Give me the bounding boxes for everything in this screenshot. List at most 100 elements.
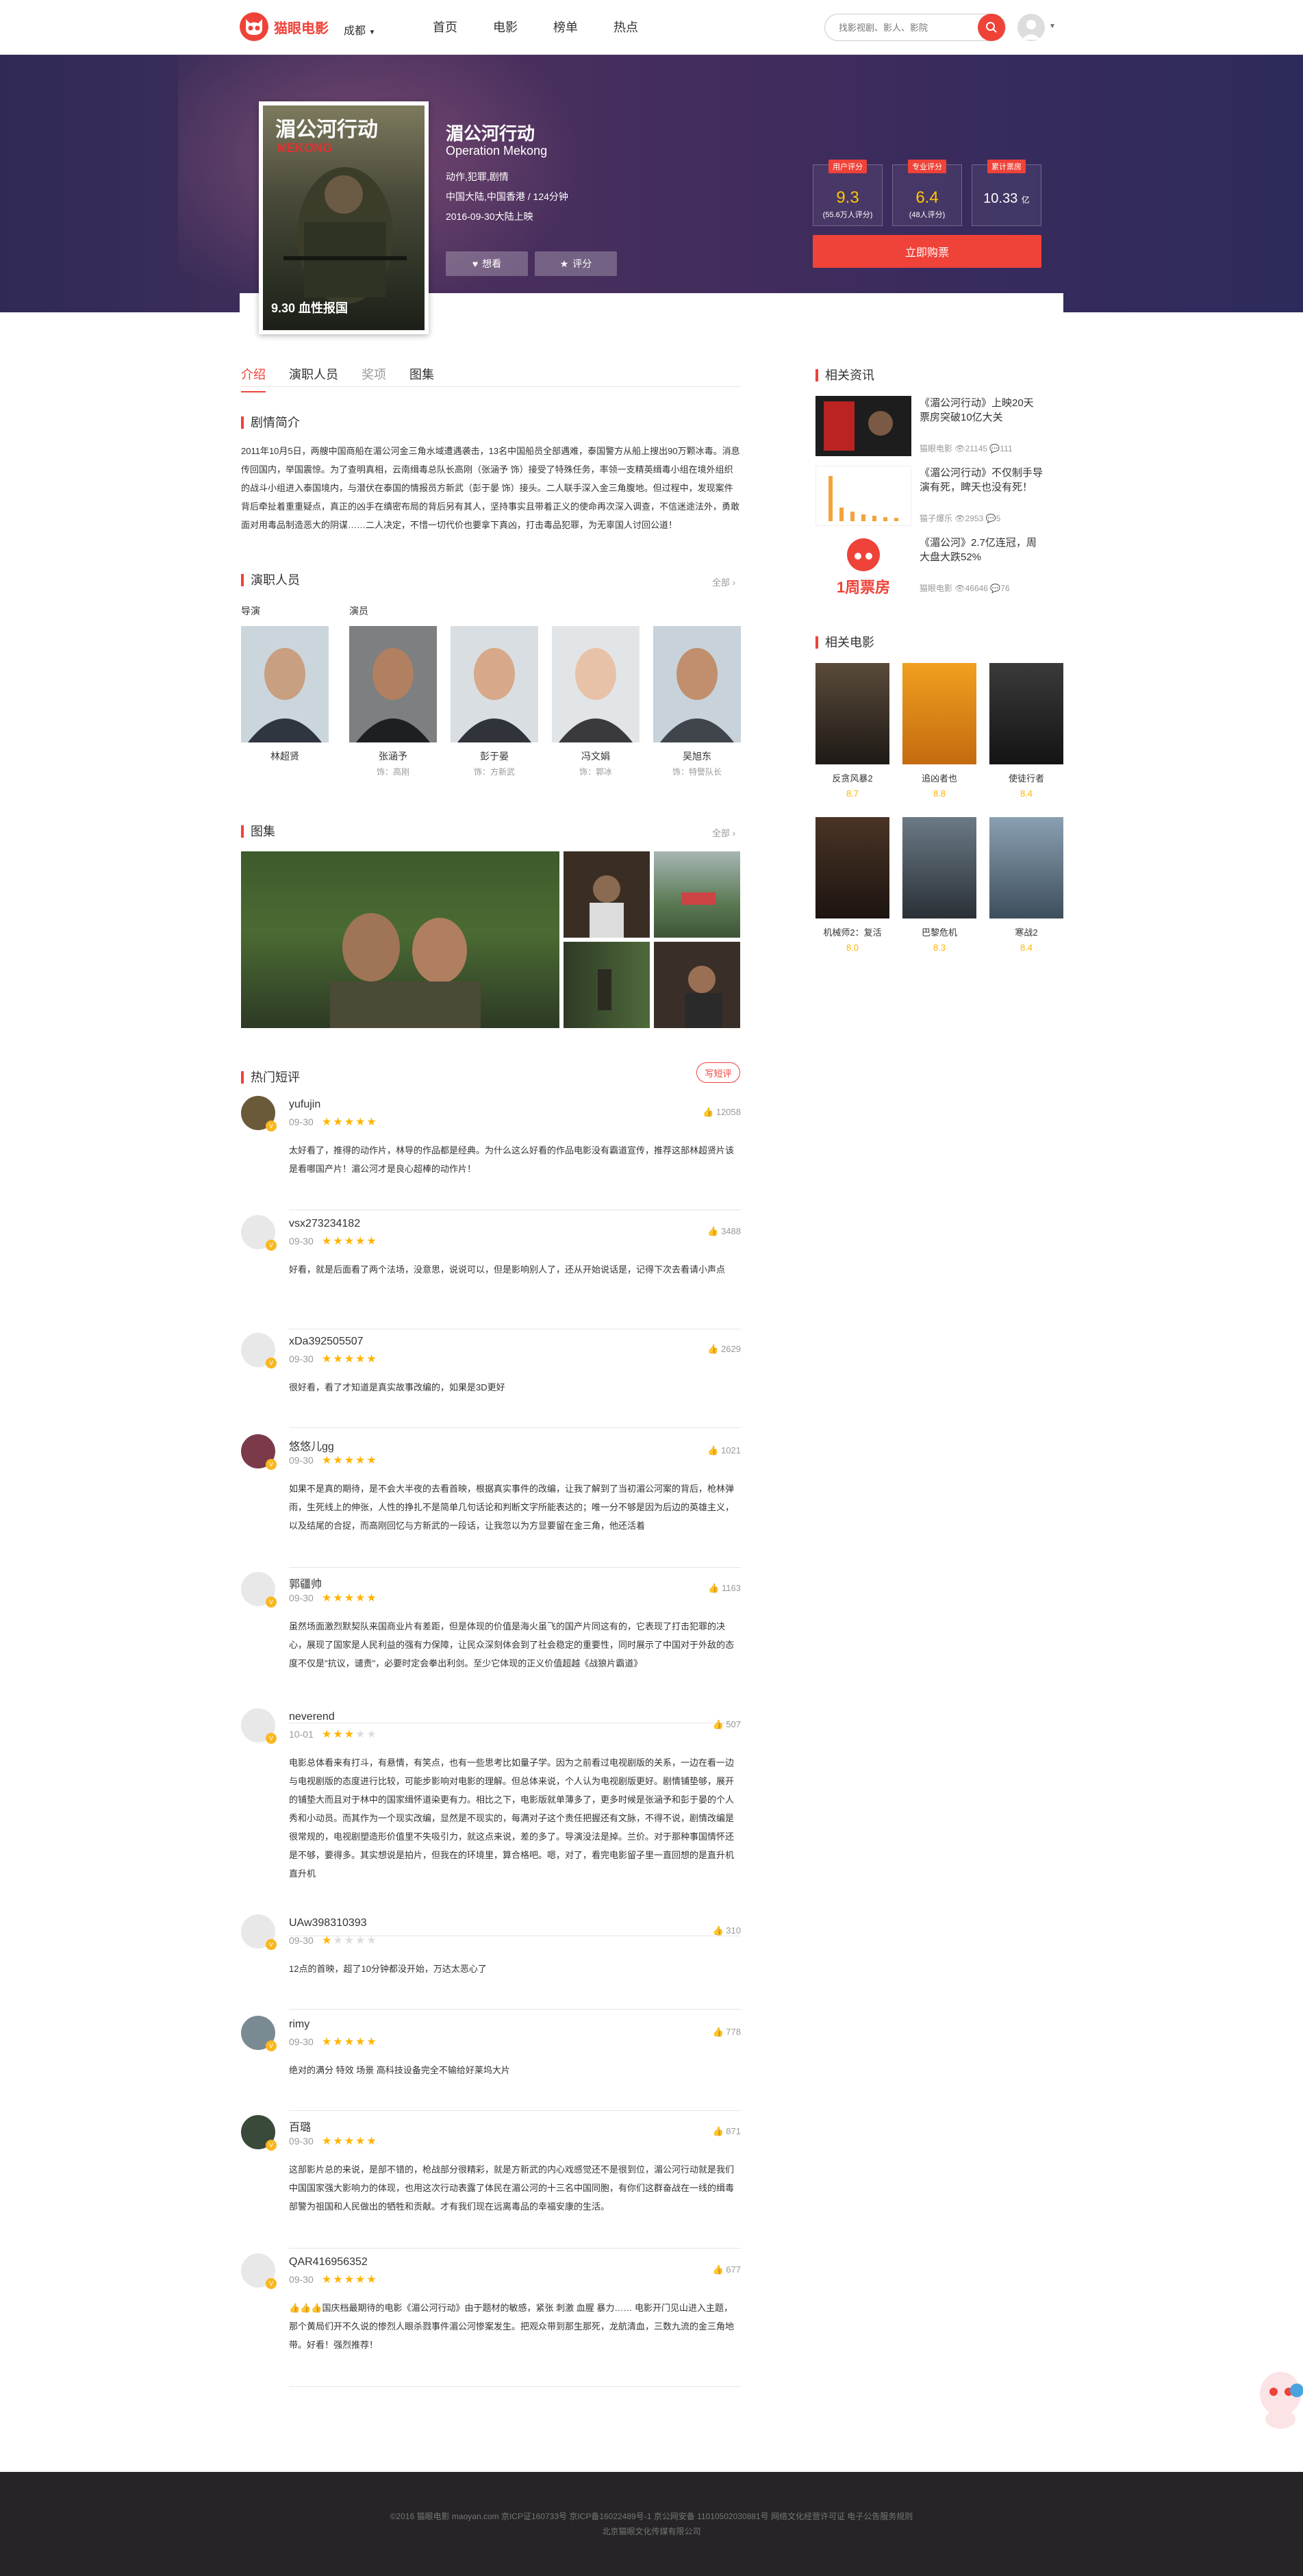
poster-image: 湄公河行动 MEKONG 9.30 血性报国	[263, 105, 425, 330]
gallery-photo[interactable]	[654, 942, 740, 1028]
like-button[interactable]: 👍 677	[712, 2264, 741, 2275]
related-name: 巴黎危机	[921, 927, 957, 938]
reviewer-name[interactable]: 百璐	[289, 2118, 311, 2134]
related-movie[interactable]: 追凶者也 8.8	[902, 663, 976, 799]
mascot-float-button[interactable]	[1252, 2356, 1303, 2431]
nav-movies[interactable]: 电影	[493, 18, 518, 37]
star-full-icon: ★	[344, 1592, 356, 1604]
thumbs-up-icon: 👍	[707, 1445, 719, 1455]
eye-icon: 👁	[954, 444, 965, 453]
want-button[interactable]: ♥ 想看	[446, 251, 528, 276]
gallery-photo-large[interactable]	[241, 851, 559, 1028]
like-count: 3488	[721, 1226, 741, 1236]
nav-hot[interactable]: 热点	[613, 18, 638, 37]
tab-gallery[interactable]: 图集	[409, 365, 434, 392]
stat-tag: 专业评分	[908, 160, 946, 173]
like-button[interactable]: 👍 12058	[703, 1107, 741, 1118]
person-name: 冯文娟	[581, 751, 610, 762]
want-label: 想看	[482, 258, 502, 269]
reviewer-name[interactable]: 悠悠儿gg	[289, 1437, 334, 1453]
review-date: 09-30	[289, 1592, 314, 1603]
star-full-icon: ★	[333, 1116, 344, 1128]
like-button[interactable]: 👍 507	[712, 1719, 741, 1730]
star-full-icon: ★	[322, 2036, 333, 2048]
gallery-photo[interactable]	[564, 942, 650, 1028]
related-movie[interactable]: 巴黎危机 8.3	[902, 817, 976, 953]
news-source: 猫眼电影	[920, 444, 953, 453]
related-poster	[902, 817, 976, 918]
news-logo-text: 1周票房	[836, 579, 891, 596]
gallery-photo-art	[330, 913, 481, 1028]
reviewer-name[interactable]: 郭疆帅	[289, 1575, 322, 1591]
person-portrait	[559, 648, 633, 742]
search-button[interactable]	[978, 14, 1005, 41]
cast-card[interactable]: 张涵予 饰：高刚	[349, 626, 437, 777]
cast-more-link[interactable]: 全部 ›	[712, 575, 735, 588]
search-input[interactable]	[839, 14, 969, 40]
user-level-badge: V	[266, 2040, 277, 2051]
like-button[interactable]: 👍 2629	[707, 1344, 741, 1355]
review-stars: ★★★★★	[322, 1591, 378, 1605]
detail-tabs: 介绍 演职人员 奖项 图集	[241, 365, 434, 392]
tab-cast[interactable]: 演职人员	[289, 365, 338, 392]
gallery-photo-art	[598, 969, 611, 1010]
review-date: 09-30	[289, 1236, 314, 1247]
star-full-icon: ★	[366, 2274, 378, 2286]
news-item[interactable]: 《湄公河行动》上映20天票房突破10亿大关 猫眼电影 👁21145 💬111	[815, 396, 1041, 456]
thumbs-up-icon: 👍	[712, 2126, 724, 2136]
thumbs-up-icon: 👍	[712, 1925, 724, 1936]
like-button[interactable]: 👍 871	[712, 2126, 741, 2137]
cast-card[interactable]: 吴旭东 饰：特警队长	[653, 626, 741, 777]
nav-home[interactable]: 首页	[433, 18, 457, 37]
reviewer-name[interactable]: yufujin	[289, 1099, 320, 1111]
review-date: 10-01	[289, 1729, 314, 1740]
star-full-icon: ★	[355, 1236, 367, 1247]
reviewer-name[interactable]: QAR416956352	[289, 2256, 368, 2268]
cast-card[interactable]: 林超贤	[241, 626, 329, 763]
rate-button[interactable]: ★ 评分	[535, 251, 617, 276]
reviewer-name[interactable]: neverend	[289, 1711, 335, 1723]
cast-card[interactable]: 彭于晏 饰：方新武	[451, 626, 538, 777]
write-review-button[interactable]: 写短评	[696, 1062, 740, 1083]
review-date: 09-30	[289, 2136, 314, 2147]
like-button[interactable]: 👍 310	[712, 1925, 741, 1936]
buy-ticket-button[interactable]: 立即购票	[813, 235, 1041, 268]
like-button[interactable]: 👍 778	[712, 2027, 741, 2038]
like-button[interactable]: 👍 1021	[707, 1445, 741, 1456]
star-full-icon: ★	[366, 2136, 378, 2147]
heart-icon: ♥	[472, 258, 479, 269]
logo[interactable]: 猫眼电影	[240, 12, 329, 41]
like-button[interactable]: 👍 3488	[707, 1226, 741, 1237]
reviewer-name[interactable]: xDa392505507	[289, 1336, 364, 1348]
star-full-icon: ★	[333, 2136, 344, 2147]
reviewer-name[interactable]: rimy	[289, 2018, 309, 2031]
gallery-photo[interactable]	[564, 851, 650, 938]
poster-title: 湄公河行动	[275, 118, 378, 142]
nav-rankings[interactable]: 榜单	[553, 18, 578, 37]
related-score: 8.0	[846, 942, 859, 953]
news-item[interactable]: 1周票房 《湄公河》2.7亿连冠，周大盘大跌52% 猫眼电影 👁46646 💬7…	[815, 536, 1041, 596]
reviewer-name[interactable]: UAw398310393	[289, 1917, 367, 1929]
related-movie[interactable]: 机械师2：复活 8.0	[815, 817, 889, 953]
gallery-more-link[interactable]: 全部 ›	[712, 826, 735, 839]
tab-intro[interactable]: 介绍	[241, 365, 266, 392]
person-role: 饰：方新武	[473, 767, 515, 777]
star-full-icon: ★	[333, 2036, 344, 2048]
user-level-badge: V	[266, 1939, 277, 1950]
movie-poster[interactable]: 湄公河行动 MEKONG 9.30 血性报国	[259, 101, 429, 334]
user-menu-caret-icon[interactable]: ▼	[1049, 23, 1056, 30]
news-title: 《湄公河行动》上映20天票房突破10亿大关	[920, 397, 1034, 423]
related-movie[interactable]: 使徒行者 8.4	[989, 663, 1063, 799]
city-selector[interactable]: 成都 ▼	[344, 21, 375, 38]
like-button[interactable]: 👍 1163	[708, 1583, 741, 1594]
cast-card[interactable]: 冯文娟 饰：郭冰	[552, 626, 640, 777]
movie-genres: 动作,犯罪,剧情	[446, 171, 509, 182]
tab-awards[interactable]: 奖项	[362, 365, 386, 392]
avatar[interactable]	[1017, 14, 1045, 41]
person-name: 林超贤	[270, 751, 299, 762]
reviewer-name[interactable]: vsx273234182	[289, 1218, 360, 1230]
gallery-photo[interactable]	[654, 851, 740, 938]
news-item[interactable]: 《湄公河行动》不仅制手导演有死，睥天也没有死！ 猫子爆乐 👁2953 💬5	[815, 466, 1043, 526]
related-movie[interactable]: 寒战2 8.4	[989, 817, 1063, 953]
related-movie[interactable]: 反贪风暴2 8.7	[815, 663, 889, 799]
